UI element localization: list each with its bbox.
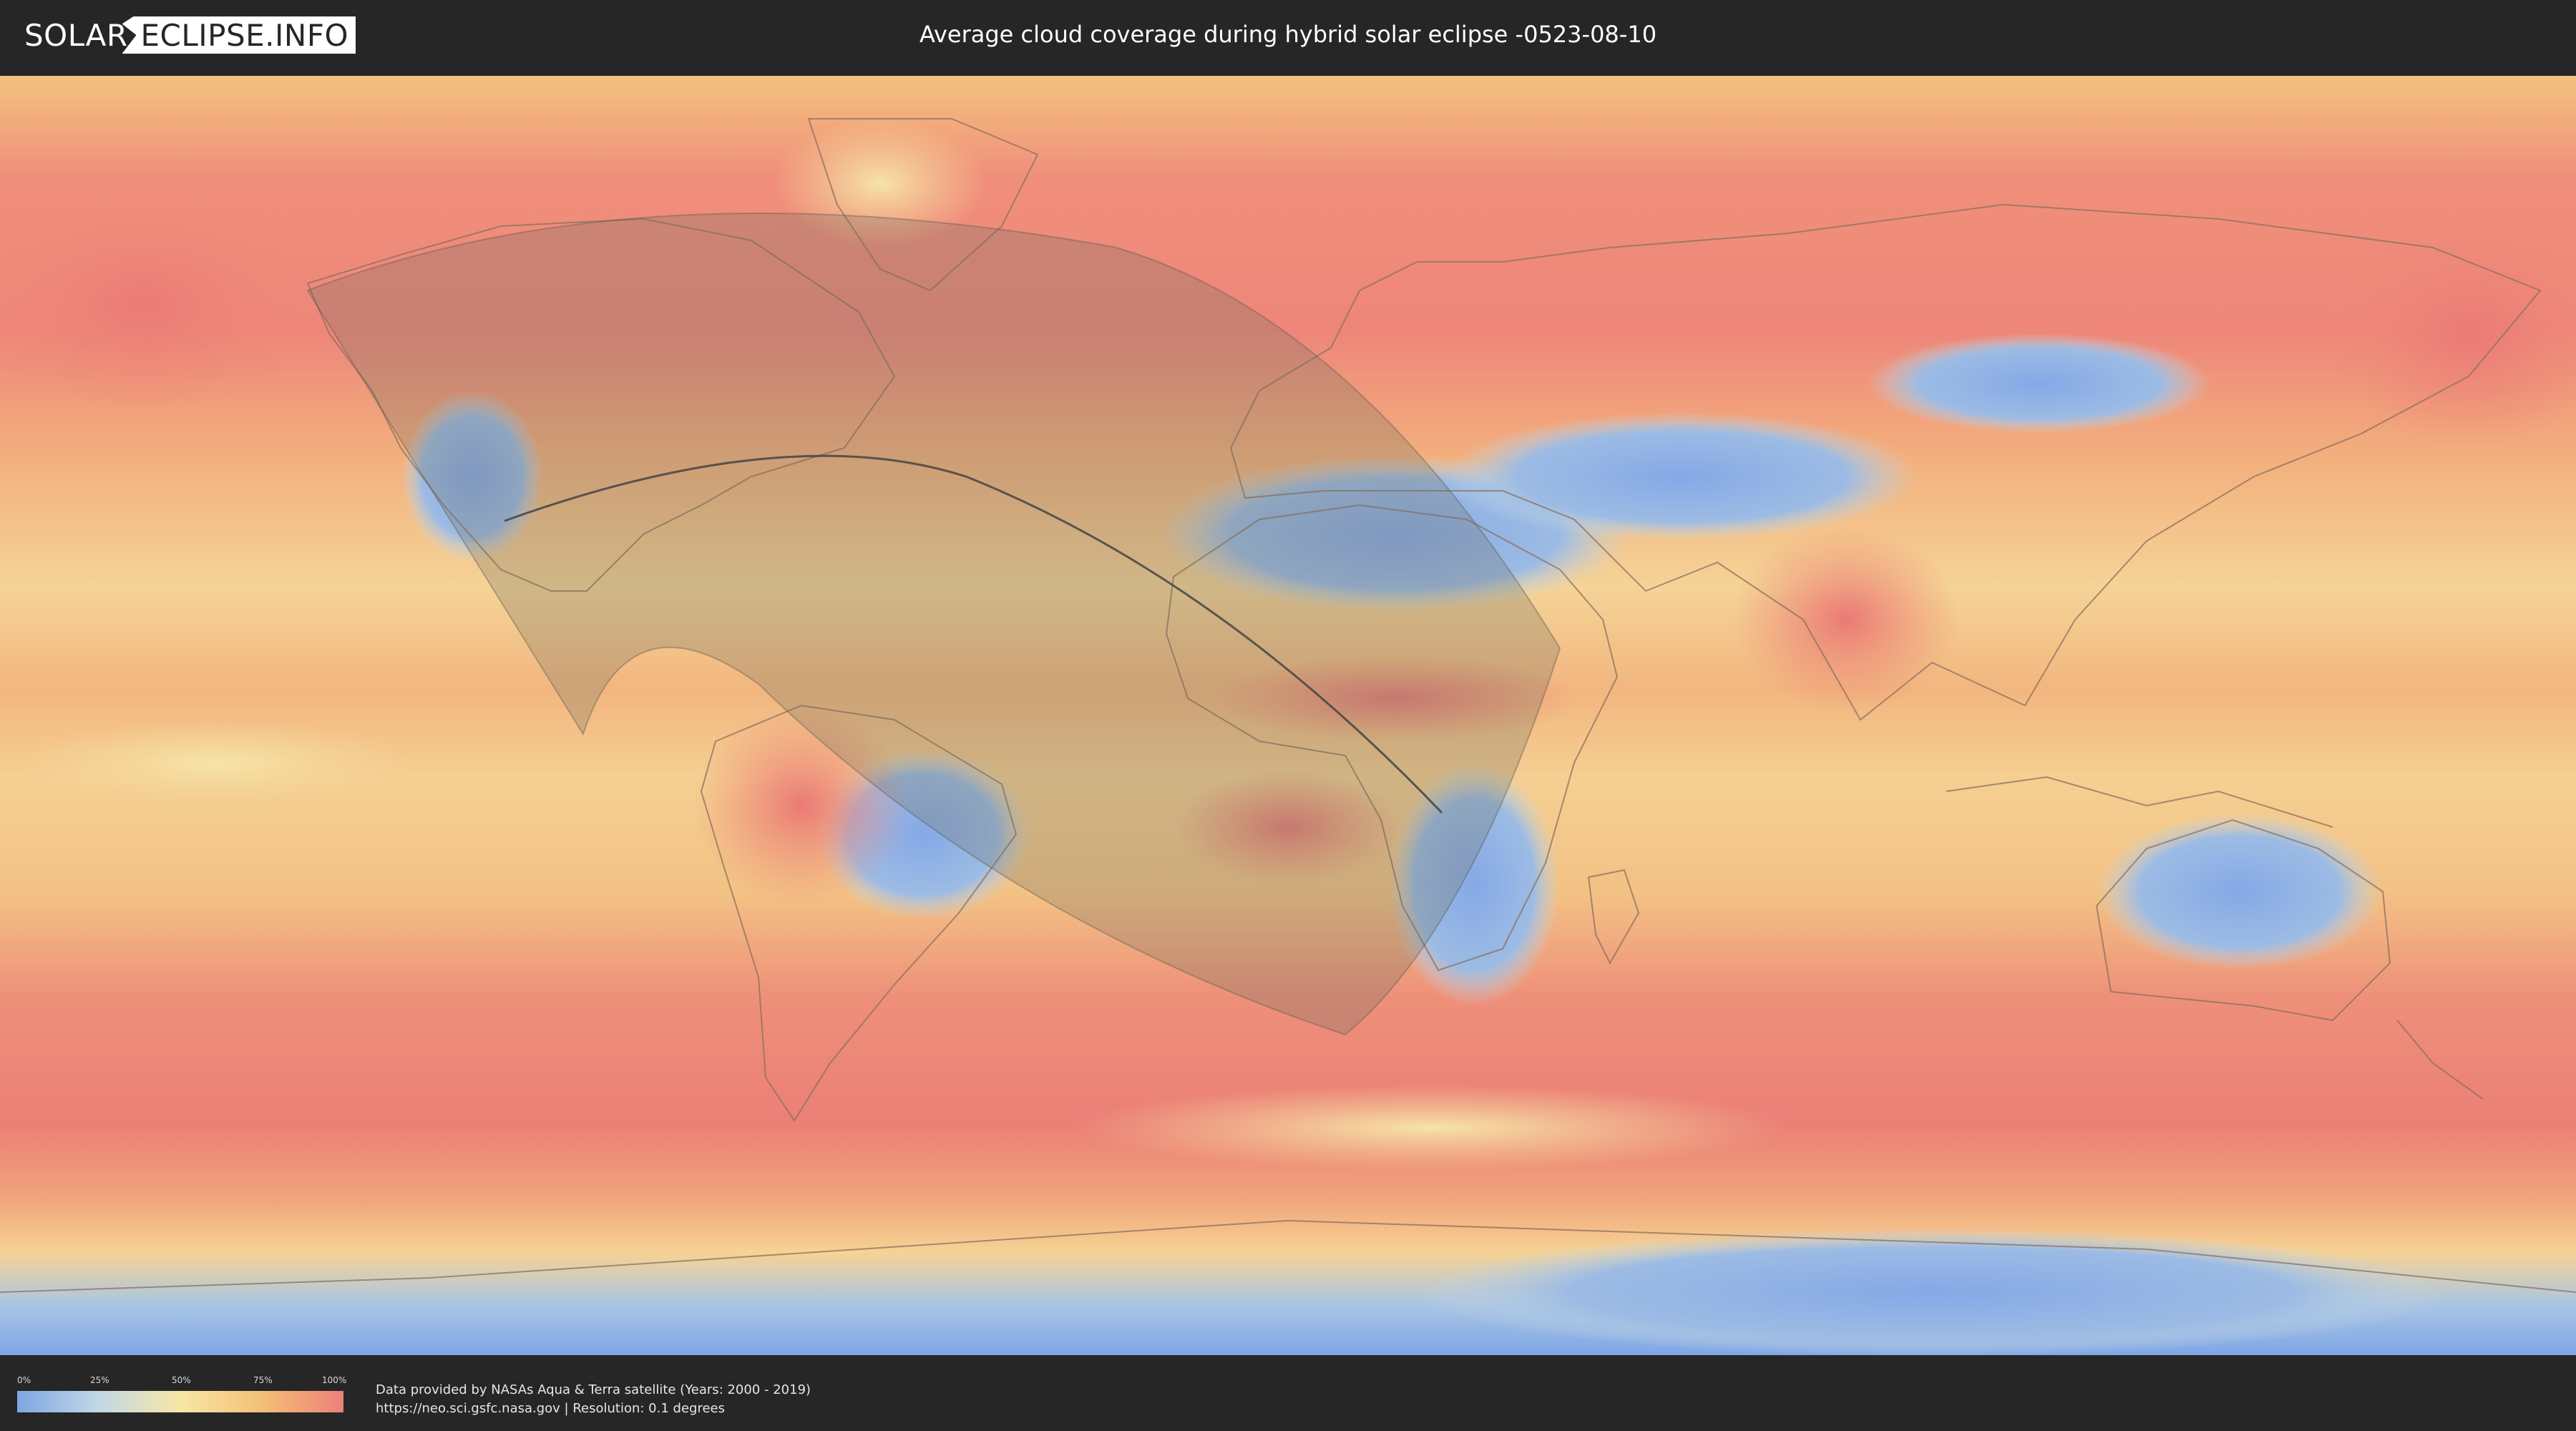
middle-east-clear-region (1445, 412, 1918, 541)
cloud-coverage-legend: 0% 25% 50% 75% 100% (17, 1375, 347, 1412)
credits-url-resolution[interactable]: https://neo.sci.gsfc.nasa.gov | Resoluti… (376, 1400, 811, 1418)
central-pacific-moderate-region (14, 720, 415, 806)
eclipse-map-page: SOLAR ECLIPSE.INFO Average cloud coverag… (0, 0, 2576, 1431)
data-credits: Data provided by NASAs Aqua & Terra sate… (376, 1381, 811, 1418)
legend-ticks: 0% 25% 50% 75% 100% (17, 1375, 347, 1387)
central-asia-clear-region (1868, 333, 2211, 434)
header-bar: SOLAR ECLIPSE.INFO Average cloud coverag… (0, 0, 2576, 72)
cloud-coverage-map (0, 76, 2576, 1355)
legend-tick-0: 0% (17, 1375, 31, 1385)
legend-tick-25: 25% (90, 1375, 109, 1385)
page-title: Average cloud coverage during hybrid sol… (919, 21, 1657, 48)
footer-bar: 0% 25% 50% 75% 100% Data provided by NAS… (0, 1359, 2576, 1431)
legend-color-scale (17, 1391, 343, 1412)
legend-tick-75: 75% (253, 1375, 273, 1385)
credits-source: Data provided by NASAs Aqua & Terra sate… (376, 1382, 811, 1397)
australia-clear-region (2097, 813, 2383, 970)
legend-tick-100: 100% (322, 1375, 347, 1385)
india-cloudy-region (1732, 527, 1961, 713)
southern-ocean-moderate-region (1073, 1085, 1789, 1171)
map-svg (0, 76, 2576, 1355)
antarctica-clear-region (1417, 1228, 2447, 1355)
legend-tick-50: 50% (172, 1375, 191, 1385)
